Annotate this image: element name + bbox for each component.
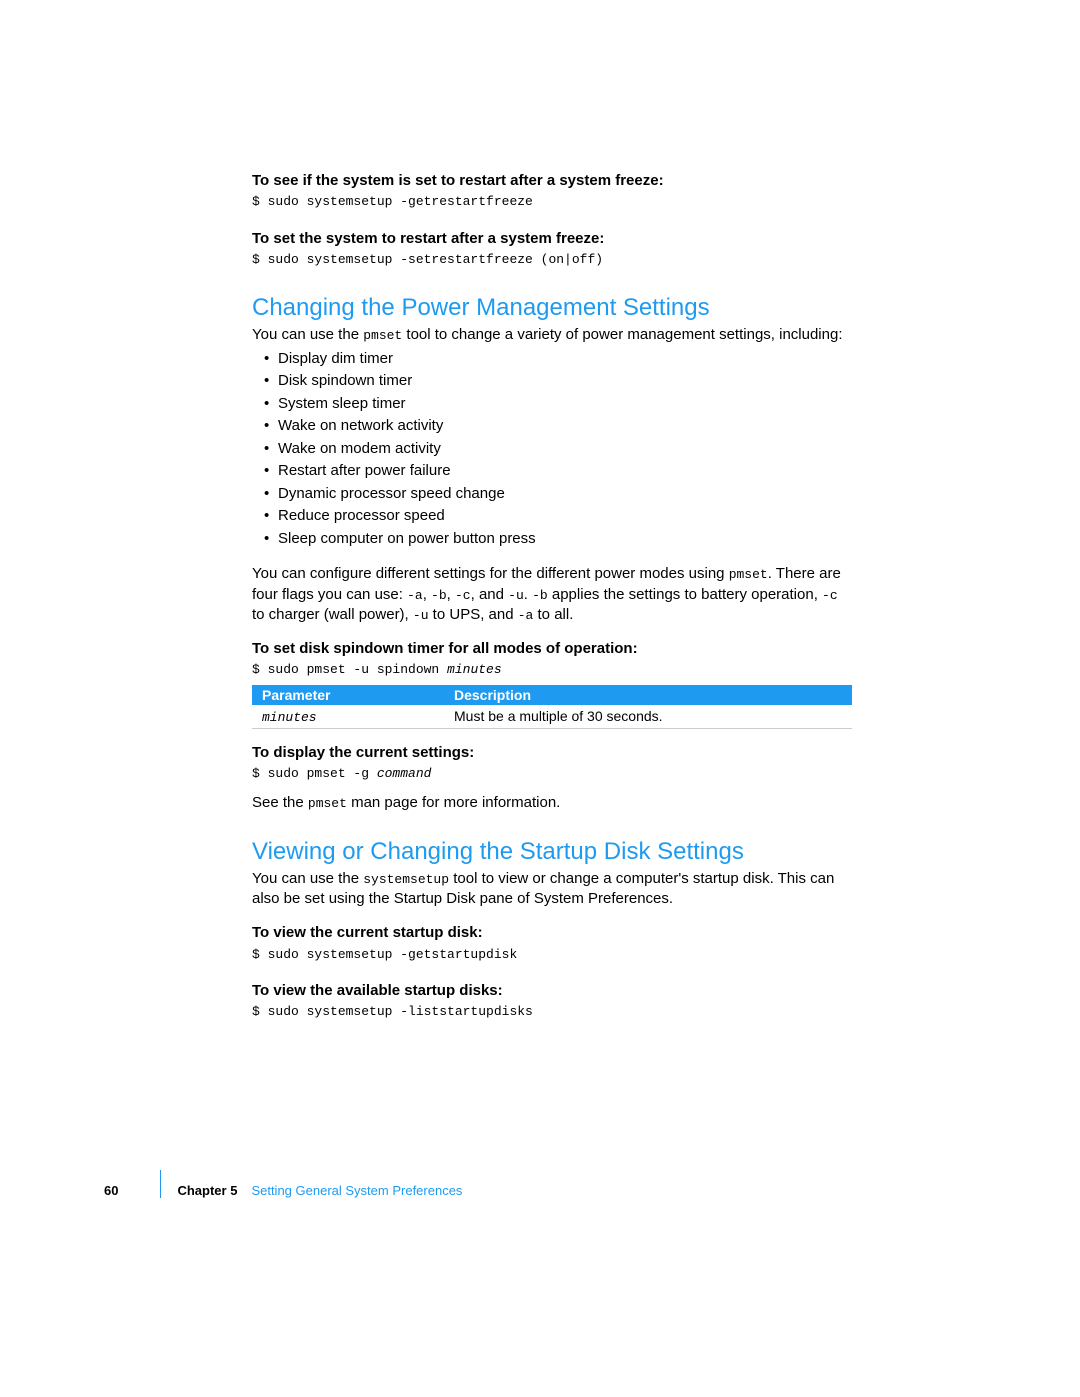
- list-item: System sleep timer: [264, 393, 852, 416]
- subhead-restart-check: To see if the system is set to restart a…: [252, 171, 852, 191]
- subhead-spindown: To set disk spindown timer for all modes…: [252, 639, 852, 659]
- pm-intro: You can use the pmset tool to change a v…: [252, 325, 852, 345]
- list-item: Dynamic processor speed change: [264, 483, 852, 506]
- pm-intro-a: You can use the: [252, 326, 363, 343]
- list-item: Reduce processor speed: [264, 505, 852, 528]
- page-footer: 60 Chapter 5 Setting General System Pref…: [104, 1170, 462, 1198]
- subhead-list-startup: To view the available startup disks:: [252, 981, 852, 1001]
- table-header-row: Parameter Description: [252, 685, 852, 705]
- th-description: Description: [444, 685, 852, 705]
- sd-intro: You can use the systemsetup tool to view…: [252, 869, 852, 910]
- pm-flags-paragraph: You can configure different settings for…: [252, 564, 852, 625]
- heading-power-management: Changing the Power Management Settings: [252, 293, 852, 323]
- chapter-title: Setting General System Preferences: [251, 1183, 462, 1198]
- pm-intro-b: tool to change a variety of power manage…: [402, 326, 842, 343]
- pm-manpage: See the pmset man page for more informat…: [252, 793, 852, 813]
- list-item: Disk spindown timer: [264, 370, 852, 393]
- subhead-display-settings: To display the current settings:: [252, 743, 852, 763]
- th-parameter: Parameter: [252, 685, 444, 705]
- pm-bullet-list: Display dim timer Disk spindown timer Sy…: [252, 348, 852, 551]
- code-getstartupdisk: $ sudo systemsetup -getstartupdisk: [252, 946, 852, 964]
- td-parameter: minutes: [252, 705, 444, 729]
- heading-startup-disk: Viewing or Changing the Startup Disk Set…: [252, 837, 852, 867]
- chapter-label: Chapter 5: [177, 1183, 237, 1198]
- list-item: Sleep computer on power button press: [264, 528, 852, 551]
- code-liststartupdisks: $ sudo systemsetup -liststartupdisks: [252, 1003, 852, 1021]
- parameter-table: Parameter Description minutes Must be a …: [252, 685, 852, 729]
- code-getrestartfreeze: $ sudo systemsetup -getrestartfreeze: [252, 193, 852, 211]
- list-item: Wake on modem activity: [264, 438, 852, 461]
- footer-rule: [160, 1170, 161, 1198]
- page-number: 60: [104, 1183, 118, 1198]
- list-item: Wake on network activity: [264, 415, 852, 438]
- pmset-inline: pmset: [363, 328, 402, 343]
- list-item: Display dim timer: [264, 348, 852, 371]
- code-pmset-g: $ sudo pmset -g command: [252, 765, 852, 783]
- subhead-view-startup: To view the current startup disk:: [252, 923, 852, 943]
- list-item: Restart after power failure: [264, 460, 852, 483]
- code-setrestartfreeze: $ sudo systemsetup -setrestartfreeze (on…: [252, 251, 852, 269]
- subhead-restart-set: To set the system to restart after a sys…: [252, 229, 852, 249]
- main-content: To see if the system is set to restart a…: [252, 165, 852, 1039]
- td-description: Must be a multiple of 30 seconds.: [444, 705, 852, 729]
- document-page: To see if the system is set to restart a…: [0, 0, 1080, 1397]
- code-spindown: $ sudo pmset -u spindown minutes: [252, 661, 852, 679]
- table-row: minutes Must be a multiple of 30 seconds…: [252, 705, 852, 729]
